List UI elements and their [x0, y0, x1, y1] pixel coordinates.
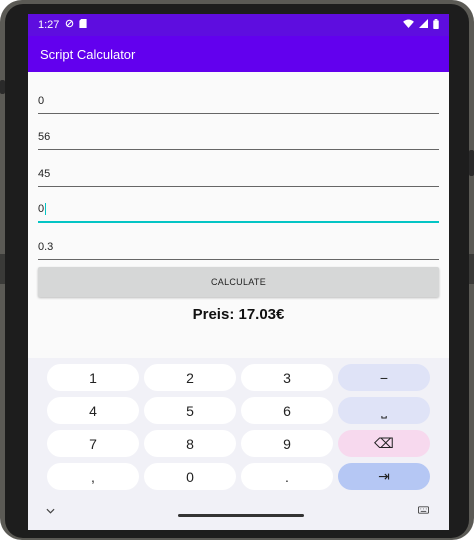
input-value: 0: [38, 203, 45, 215]
data-saver-icon: [65, 19, 74, 31]
status-time: 1:27: [38, 19, 60, 31]
key-6[interactable]: 6: [241, 397, 333, 424]
volume-button: [469, 150, 474, 176]
key-4[interactable]: 4: [47, 397, 139, 424]
keyboard-switch-icon[interactable]: [418, 506, 429, 517]
input-field-3[interactable]: 45: [38, 159, 439, 187]
numeric-keyboard: 1 2 3 − 4 5 6 ⎵ 7 8 9 ⌫ , 0 . ⇥: [28, 358, 449, 530]
key-9[interactable]: 9: [241, 430, 333, 457]
input-field-1[interactable]: 0: [38, 86, 439, 114]
wifi-icon: [403, 19, 414, 31]
key-8[interactable]: 8: [144, 430, 236, 457]
input-field-4[interactable]: 0: [38, 195, 439, 223]
screen: 1:27 Script Calculator 0 56 45 0 0.3 CAL…: [28, 14, 449, 530]
battery-icon: [433, 18, 439, 32]
result-text: Preis: 17.03€: [192, 306, 285, 323]
chevron-down-icon[interactable]: [46, 506, 55, 517]
input-value: 56: [38, 131, 51, 143]
input-value: 0: [38, 95, 45, 107]
key-minus[interactable]: −: [338, 364, 430, 391]
tab-key-icon[interactable]: ⇥: [338, 463, 430, 490]
gesture-handle[interactable]: [178, 514, 304, 517]
status-right: [403, 18, 439, 32]
input-value: 45: [38, 168, 51, 180]
backspace-icon[interactable]: ⌫: [338, 430, 430, 457]
space-key-icon[interactable]: ⎵: [338, 397, 430, 424]
app-title: Script Calculator: [40, 46, 136, 62]
key-7[interactable]: 7: [47, 430, 139, 457]
calculate-button[interactable]: CALCULATE: [38, 267, 439, 297]
input-field-2[interactable]: 56: [38, 122, 439, 150]
text-cursor: [45, 203, 47, 215]
key-3[interactable]: 3: [241, 364, 333, 391]
key-period[interactable]: .: [241, 463, 333, 490]
sd-card-icon: [79, 19, 88, 31]
device-frame: 1:27 Script Calculator 0 56 45 0 0.3 CAL…: [0, 0, 474, 540]
key-2[interactable]: 2: [144, 364, 236, 391]
input-value: 0.3: [38, 241, 54, 253]
app-bar: Script Calculator: [28, 36, 449, 72]
input-field-5[interactable]: 0.3: [38, 232, 439, 260]
key-0[interactable]: 0: [144, 463, 236, 490]
key-5[interactable]: 5: [144, 397, 236, 424]
key-comma[interactable]: ,: [47, 463, 139, 490]
status-bar: 1:27: [28, 14, 449, 36]
signal-icon: [419, 19, 428, 31]
key-1[interactable]: 1: [47, 364, 139, 391]
